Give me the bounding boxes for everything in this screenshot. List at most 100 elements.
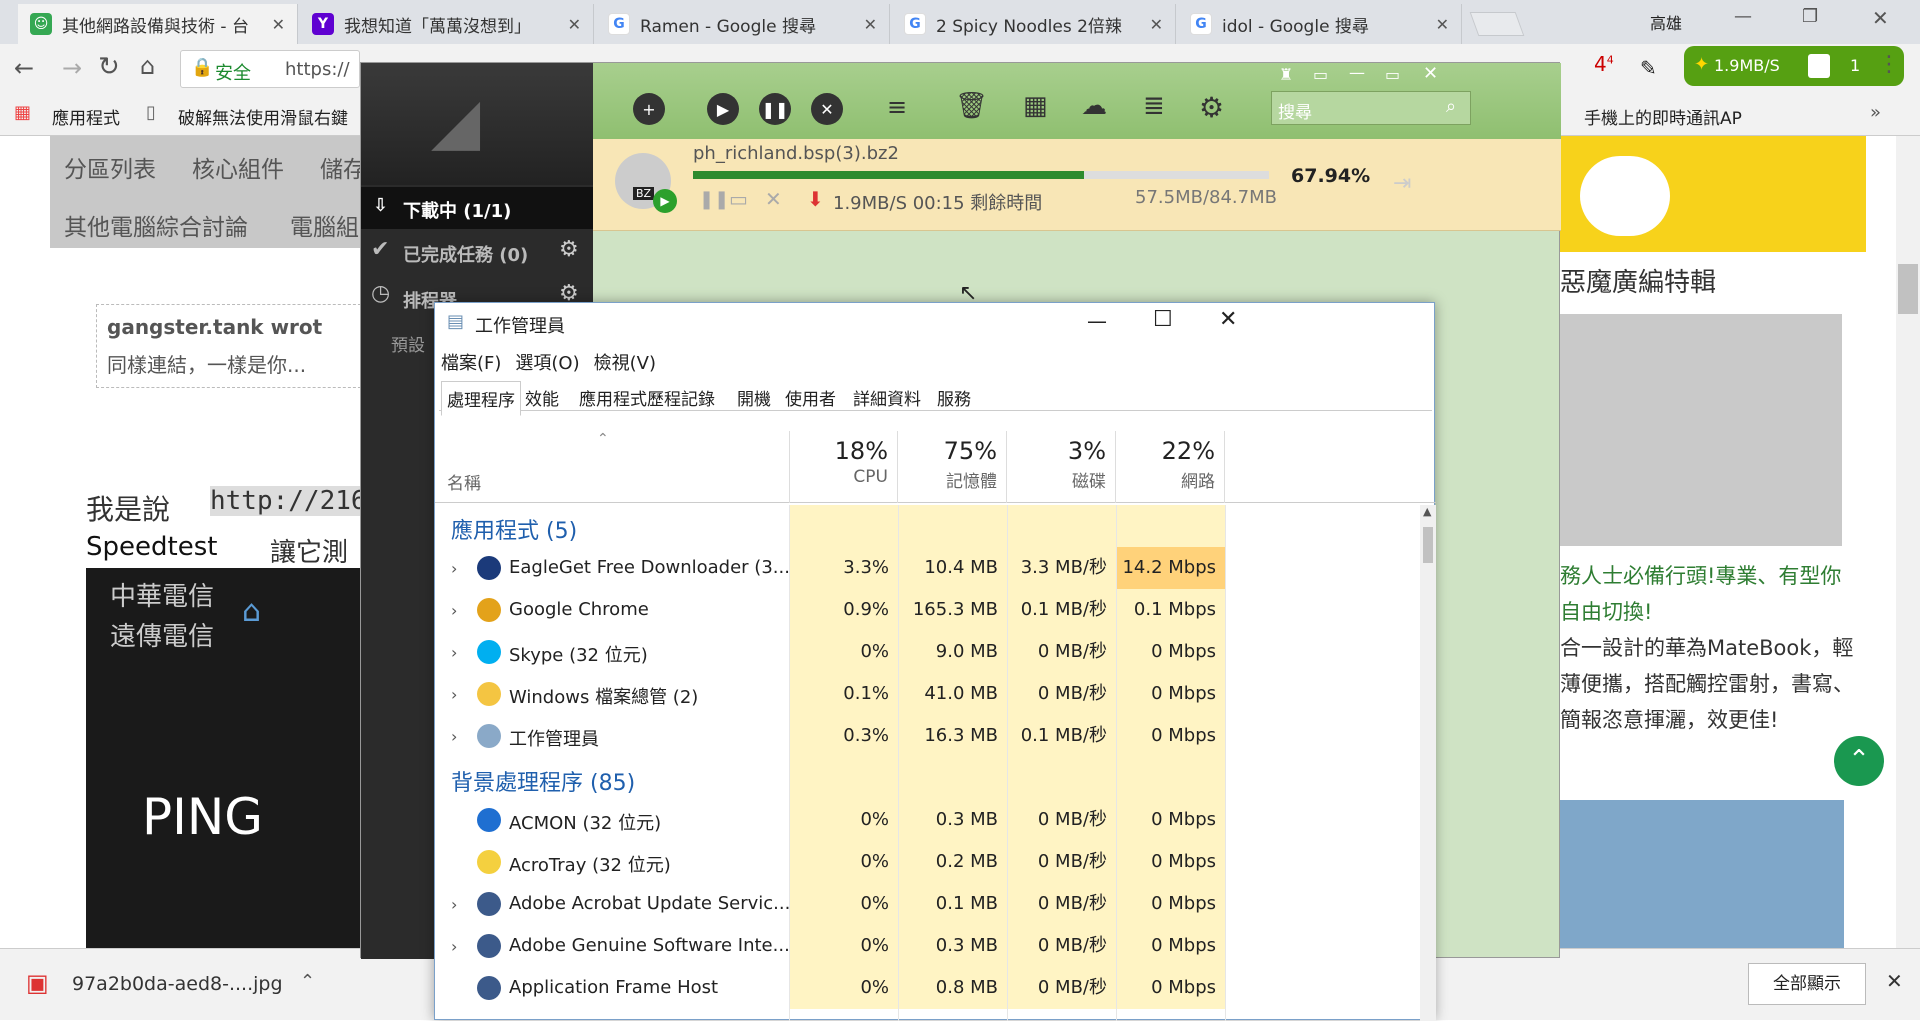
bookmark-item[interactable]: 破解無法使用滑鼠右鍵: [178, 104, 348, 129]
process-scrollbar[interactable]: ▲: [1420, 505, 1436, 1021]
tab-services[interactable]: 服務: [937, 385, 971, 410]
trash-icon[interactable]: 🗑: [955, 91, 988, 121]
minimize-icon[interactable]: —: [1734, 6, 1752, 27]
nav-tab[interactable]: 電腦組: [290, 208, 359, 242]
new-tab-button[interactable]: [1469, 12, 1525, 36]
sidebar-item-completed[interactable]: ✔ 已完成任務 (0) ⚙: [361, 231, 593, 273]
scroll-top-button[interactable]: ⌃: [1834, 736, 1884, 786]
nav-tab[interactable]: 其他電腦綜合討論: [64, 208, 248, 242]
chevron-right-icon[interactable]: ›: [451, 937, 457, 956]
column-memory[interactable]: 75% 記憶體: [898, 431, 1007, 503]
cloud-download-icon[interactable]: ☁: [1081, 91, 1107, 121]
minimize-icon[interactable]: —: [1087, 309, 1107, 333]
tab-users[interactable]: 使用者: [785, 385, 836, 410]
close-icon[interactable]: ✕: [568, 15, 581, 34]
chevron-right-icon[interactable]: ›: [451, 601, 457, 620]
close-icon[interactable]: ✕: [864, 15, 877, 34]
browser-tab[interactable]: Y 我想知道「萬萬沒想到」 ✕: [300, 4, 594, 44]
more-bookmarks-icon[interactable]: »: [1870, 102, 1881, 123]
reload-icon[interactable]: ↻: [98, 52, 120, 82]
group-header[interactable]: 背景處理程序 (85): [435, 757, 1420, 799]
minimize-icon[interactable]: —: [1349, 63, 1365, 82]
process-row[interactable]: › Adobe Genuine Software Inte... 0% 0.3 MB 0…: [435, 925, 1420, 967]
column-cpu[interactable]: 18% CPU: [789, 431, 898, 503]
group-header[interactable]: 應用程式 (5): [435, 505, 1420, 547]
maximize-icon[interactable]: ☐: [1153, 307, 1173, 332]
process-row[interactable]: › Skype (32 位元) 0% 9.0 MB 0 MB/秒 0 Mbps: [435, 631, 1420, 673]
close-icon[interactable]: ✕: [1423, 63, 1438, 84]
video-icon[interactable]: ▦: [1023, 91, 1048, 121]
post-link[interactable]: http://216: [210, 486, 367, 516]
profile-label[interactable]: 高雄: [1650, 10, 1682, 34]
process-row[interactable]: AcroTray (32 位元) 0% 0.2 MB 0 MB/秒 0 Mbps: [435, 841, 1420, 883]
tab-startup[interactable]: 開機: [737, 385, 771, 410]
page-scrollbar[interactable]: [1896, 136, 1920, 948]
process-row[interactable]: › EagleGet Free Downloader (3... 3.3% 10.4 …: [435, 547, 1420, 589]
show-all-button[interactable]: 全部顯示: [1748, 963, 1866, 1005]
nav-tab[interactable]: 分區列表: [64, 150, 156, 184]
pause-icon[interactable]: ❚❚: [699, 189, 729, 210]
scrollbar-thumb[interactable]: [1898, 264, 1918, 314]
chevron-right-icon[interactable]: ›: [451, 643, 457, 662]
open-icon[interactable]: ⇥: [1393, 171, 1411, 196]
download-filename[interactable]: 97a2b0da-aed8-....jpg: [72, 973, 283, 995]
pause-icon[interactable]: ❚❚: [759, 93, 791, 125]
eagleget-search-input[interactable]: 搜尋 ⌕: [1271, 91, 1471, 125]
browser-tab[interactable]: G Ramen - Google 搜尋 ✕: [596, 4, 890, 44]
tab-performance[interactable]: 效能: [525, 385, 559, 410]
close-icon[interactable]: ✕: [272, 15, 285, 34]
close-icon[interactable]: ✕: [1886, 969, 1903, 993]
close-icon[interactable]: ✕: [1872, 6, 1889, 30]
sort-chevron-icon[interactable]: ⌃: [597, 431, 609, 447]
nav-tab[interactable]: 核心組件: [192, 150, 284, 184]
ad-image[interactable]: [1560, 314, 1842, 546]
ad-title[interactable]: 務人士必備行頭!專業、有型你自由切換!: [1560, 558, 1860, 630]
restore-icon[interactable]: ❐: [1802, 6, 1818, 27]
process-row[interactable]: ACMON (32 位元) 0% 0.3 MB 0 MB/秒 0 Mbps: [435, 799, 1420, 841]
browser-tab[interactable]: G idol - Google 搜尋 ✕: [1178, 4, 1462, 44]
close-icon[interactable]: ✕: [1436, 15, 1449, 34]
stop-icon[interactable]: ✕: [811, 93, 843, 125]
eagleget-speed-widget[interactable]: ✦ 1.9MB/S 1: [1684, 46, 1904, 86]
gear-icon[interactable]: ⚙: [559, 237, 579, 262]
gear-icon[interactable]: ⚙: [1199, 91, 1224, 124]
browser-tab[interactable]: ☺ 其他網路設備與技術 - 台 ✕: [18, 4, 298, 44]
add-icon[interactable]: +: [633, 93, 665, 125]
column-name[interactable]: 名稱: [447, 469, 481, 494]
database-icon[interactable]: ≣: [1143, 91, 1165, 121]
chevron-right-icon[interactable]: ›: [451, 559, 457, 578]
close-icon[interactable]: ✕: [765, 187, 782, 211]
tab-details[interactable]: 詳細資料: [853, 385, 921, 410]
column-disk[interactable]: 3% 磁碟: [1007, 431, 1116, 503]
menu-options[interactable]: 選項(O): [515, 349, 579, 375]
chevron-right-icon[interactable]: ›: [451, 727, 457, 746]
chevron-right-icon[interactable]: ›: [451, 895, 457, 914]
close-icon[interactable]: ✕: [1150, 15, 1163, 34]
bookmark-item[interactable]: 手機上的即時通訊AP: [1584, 104, 1742, 129]
tab-app-history[interactable]: 應用程式歷程記錄: [579, 385, 715, 410]
folder-icon[interactable]: ▭: [729, 187, 748, 211]
back-icon[interactable]: ←: [14, 54, 34, 82]
preset-label[interactable]: 預設: [391, 331, 425, 356]
chevron-right-icon[interactable]: ›: [451, 685, 457, 704]
process-row[interactable]: › Google Chrome 0.9% 165.3 MB 0.1 MB/秒 0.1 Mb…: [435, 589, 1420, 631]
menu-file[interactable]: 檔案(F): [441, 349, 501, 375]
menu-icon[interactable]: ⋮: [1878, 52, 1900, 77]
scroll-up-icon[interactable]: ▲: [1423, 505, 1431, 518]
tab-processes[interactable]: 處理程序: [441, 381, 521, 416]
bookmark-apps[interactable]: 應用程式: [52, 104, 120, 129]
home-icon[interactable]: ⌂: [140, 52, 155, 80]
menu-view[interactable]: 檢視(V): [594, 349, 656, 375]
process-row[interactable]: › Adobe Acrobat Update Servic... 0% 0.1 MB 0…: [435, 883, 1420, 925]
forward-icon[interactable]: →: [62, 54, 82, 82]
column-network[interactable]: 22% 網路: [1116, 431, 1225, 503]
chevron-up-icon[interactable]: ⌃: [300, 971, 315, 992]
process-row[interactable]: Application Frame Host 0% 0.8 MB 0 MB/秒 0 Mb…: [435, 967, 1420, 1009]
shirt-icon[interactable]: ♜: [1279, 65, 1293, 84]
ad-banner[interactable]: [1560, 136, 1866, 252]
process-row[interactable]: › Windows 檔案總管 (2) 0.1% 41.0 MB 0 MB/秒 0 Mbps: [435, 673, 1420, 715]
play-icon[interactable]: ▶: [707, 93, 739, 125]
sort-icon[interactable]: ≡: [887, 93, 907, 121]
close-icon[interactable]: ✕: [1219, 307, 1237, 332]
sidebar-item-downloading[interactable]: ⇩ 下載中 (1/1): [361, 187, 593, 229]
